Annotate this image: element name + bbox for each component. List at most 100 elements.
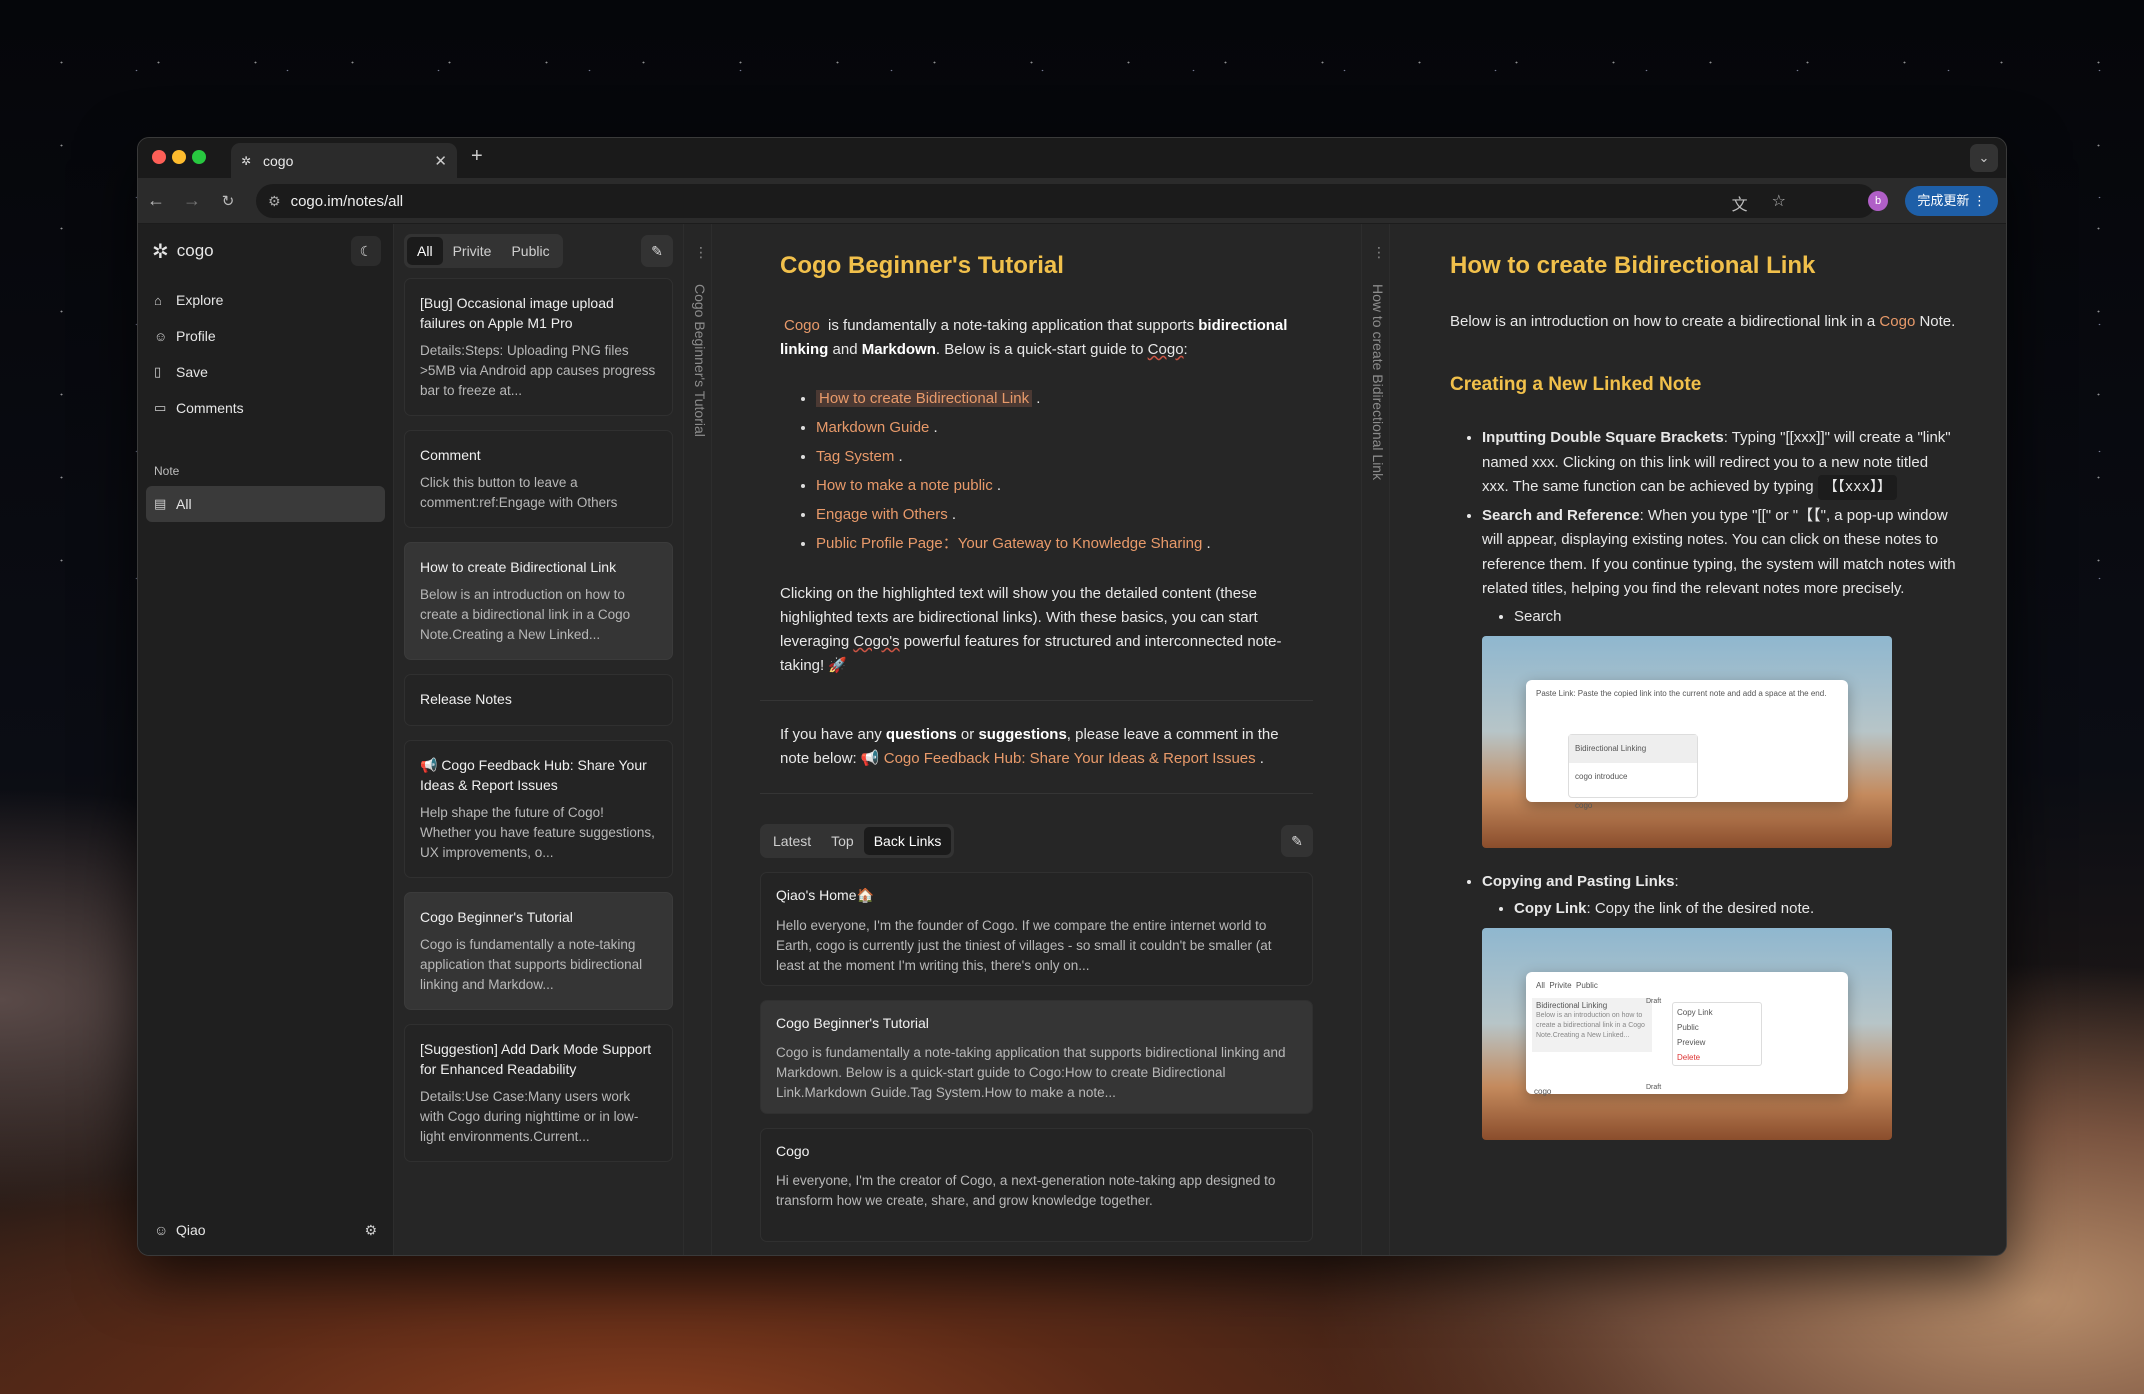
sidebar-item-label: Save [176, 364, 208, 380]
bidirectional-link[interactable]: Tag System [816, 448, 894, 465]
sidebar-item-all-notes[interactable]: ▤ All [146, 486, 385, 522]
collapsed-note-strip[interactable]: ⋮ Cogo Beginner's Tutorial [684, 224, 712, 1255]
user-icon: ☺ [154, 1222, 169, 1238]
tab-private[interactable]: Privite [443, 237, 502, 265]
tab-strip: ✲ cogo ✕ + ⌄ [138, 138, 2006, 178]
note-card[interactable]: 📢 Cogo Feedback Hub: Share Your Ideas & … [404, 740, 673, 878]
mock-text: Preview [1677, 1038, 1706, 1047]
edit-pencil-icon[interactable]: ✎ [1281, 825, 1313, 857]
cogo-link[interactable]: Cogo [1879, 313, 1915, 330]
back-icon[interactable]: ← [138, 190, 174, 211]
bookmark-star-icon[interactable]: ☆ [1772, 191, 1786, 215]
close-window-button[interactable] [152, 150, 166, 164]
tab-latest[interactable]: Latest [763, 827, 821, 855]
mock-item: cogo introduce [1575, 772, 1628, 781]
note-filter-tabs: All Privite Public [404, 234, 563, 268]
cogo-link[interactable]: Cogo [780, 317, 824, 334]
user-footer: ☺ Qiao ⚙ [138, 1205, 393, 1255]
brand-name: cogo [176, 241, 214, 260]
new-note-pencil-icon[interactable]: ✎ [641, 235, 673, 267]
sidebar-item-profile[interactable]: ☺ Profile [146, 318, 385, 354]
mock-text: Copy Link [1677, 1008, 1713, 1017]
note-card-title: 📢 Cogo Feedback Hub: Share Your Ideas & … [420, 757, 647, 793]
feedback-hub-link[interactable]: 📢 Cogo Feedback Hub: Share Your Ideas & … [861, 750, 1256, 767]
tab-all[interactable]: All [407, 237, 443, 265]
note-list-panel: All Privite Public ✎ [Bug] Occasional im… [394, 224, 684, 1255]
zoom-window-button[interactable] [192, 150, 206, 164]
browser-tab[interactable]: ✲ cogo ✕ [231, 143, 457, 178]
sidebar-item-comments[interactable]: ▭ Comments [146, 390, 385, 426]
mock-popup: Bidirectional Linking cogo introduce cog… [1568, 733, 1698, 810]
mock-text: All [1536, 981, 1545, 990]
bidirectional-link[interactable]: How to make a note public [816, 477, 993, 494]
vertical-note-title: How to create Bidirectional Link [1370, 284, 1386, 481]
note-title: Cogo Beginner's Tutorial [780, 252, 1064, 279]
mock-text: Below is an introduction on how to creat… [1536, 1012, 1645, 1039]
reload-icon[interactable]: ↻ [210, 192, 246, 210]
new-tab-icon[interactable]: + [471, 145, 483, 168]
cogo-logo-icon: ✲ [152, 240, 169, 263]
note-card-excerpt: Below is an introduction on how to creat… [420, 587, 631, 642]
bidirectional-link[interactable]: Engage with Others [816, 506, 948, 523]
linked-note-panel: How to create Bidirectional Link Below i… [1390, 224, 2006, 1255]
sidebar-item-label: Profile [176, 328, 216, 344]
bookmark-icon: ▯ [154, 364, 162, 379]
notebook-icon: ▤ [154, 496, 167, 511]
note-card[interactable]: Comment Click this button to leave a comm… [404, 430, 673, 528]
note-paragraph: Clicking on the highlighted text will sh… [780, 585, 1282, 674]
bidirectional-link[interactable]: How to create Bidirectional Link [816, 390, 1033, 407]
close-tab-icon[interactable]: ✕ [434, 152, 447, 170]
note-section-heading: Note [154, 464, 180, 478]
note-card[interactable]: Release Notes [404, 674, 673, 726]
note-paragraph: If you have any questions or suggestions… [780, 726, 1279, 767]
backlink-excerpt: Cogo is fundamentally a note-taking appl… [776, 1045, 1286, 1100]
note-card[interactable]: [Bug] Occasional image upload failures o… [404, 278, 673, 416]
list-item: Search and Reference: When you type "[["… [1482, 504, 1958, 848]
tutorial-link-list: How to create Bidirectional Link . Markd… [780, 384, 1293, 558]
user-name[interactable]: Qiao [176, 1222, 206, 1238]
backlink-title: Cogo Beginner's Tutorial [776, 1015, 929, 1031]
backlink-card[interactable]: Qiao's Home🏠 Hello everyone, I'm the foun… [760, 872, 1313, 986]
tab-top[interactable]: Top [821, 827, 864, 855]
more-vertical-icon[interactable]: ⋮ [694, 244, 708, 261]
tab-search-chevron-icon[interactable]: ⌄ [1970, 144, 1998, 172]
bidirectional-link[interactable]: Markdown Guide [816, 419, 929, 436]
backlink-card[interactable]: Cogo Beginner's Tutorial Cogo is fundamen… [760, 1000, 1313, 1114]
note-card[interactable]: [Suggestion] Add Dark Mode Support for E… [404, 1024, 673, 1162]
mock-text: Delete [1677, 1053, 1701, 1062]
sidebar-item-explore[interactable]: ⌂ Explore [146, 282, 385, 318]
list-item: Inputting Double Square Brackets: Typing… [1482, 426, 1958, 500]
settings-gear-icon[interactable]: ⚙ [364, 1222, 377, 1239]
sidebar-item-label: Comments [176, 400, 244, 416]
section-heading: Creating a New Linked Note [1450, 374, 1702, 395]
backlink-title: Cogo [776, 1143, 810, 1159]
note-card-excerpt: Cogo is fundamentally a note-taking appl… [420, 937, 643, 992]
backlink-card[interactable]: Cogo Hi everyone, I'm the creator of Cogo… [760, 1128, 1313, 1242]
divider [760, 793, 1313, 794]
note-card[interactable]: How to create Bidirectional Link Below is… [404, 542, 673, 660]
mock-text: Privite [1549, 981, 1572, 990]
note-title: How to create Bidirectional Link [1450, 252, 1816, 279]
tab-back-links[interactable]: Back Links [863, 827, 952, 855]
note-card[interactable]: Cogo Beginner's Tutorial Cogo is fundamen… [404, 892, 673, 1010]
note-card-title: Release Notes [420, 691, 512, 707]
browser-window: ✲ cogo ✕ + ⌄ ← → ↻ ⚙ cogo.im/notes/all 文… [137, 137, 2007, 1256]
tab-public[interactable]: Public [501, 237, 559, 265]
sidebar-item-save[interactable]: ▯ Save [146, 354, 385, 390]
tab-title: cogo [263, 152, 294, 169]
minimize-window-button[interactable] [172, 150, 186, 164]
bidirectional-link[interactable]: Public Profile Page：Your Gateway to Know… [816, 535, 1202, 552]
profile-avatar[interactable]: b [1868, 191, 1888, 211]
site-settings-icon[interactable]: ⚙ [268, 193, 281, 210]
collapsed-note-strip[interactable]: ⋮ How to create Bidirectional Link [1362, 224, 1390, 1255]
more-vertical-icon[interactable]: ⋮ [1372, 244, 1386, 261]
divider [760, 700, 1313, 701]
translate-icon[interactable]: 文 [1732, 191, 1748, 215]
update-button[interactable]: 完成更新 ⋮ [1905, 186, 1998, 216]
url-field[interactable]: ⚙ cogo.im/notes/all [256, 184, 1876, 218]
dark-mode-toggle-icon[interactable]: ☾ [351, 236, 381, 266]
list-item: Search [1514, 604, 1958, 630]
cogo-app: ✲ cogo ☾ ⌂ Explore ☺ Profile ▯ Save ▭ Commen… [138, 224, 2006, 1255]
vertical-note-title: Cogo Beginner's Tutorial [692, 284, 708, 437]
forward-icon[interactable]: → [174, 190, 210, 211]
